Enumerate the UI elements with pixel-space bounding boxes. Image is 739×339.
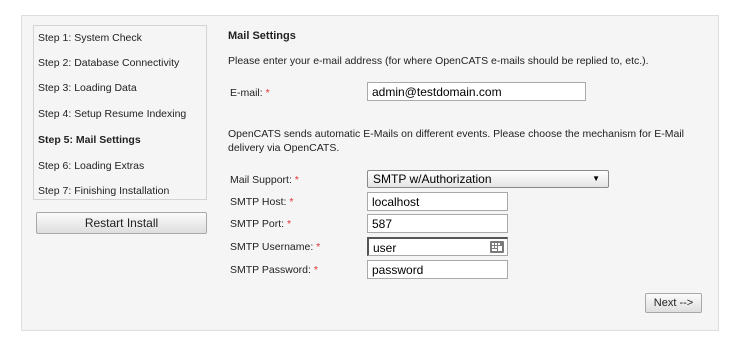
keyboard-icon[interactable] <box>490 241 504 253</box>
smtp-host-field[interactable]: localhost <box>367 192 508 211</box>
step-system-check: Step 1: System Check <box>38 32 142 44</box>
smtp-password-label: SMTP Password: * <box>230 264 318 276</box>
step-mail-settings: Step 5: Mail Settings <box>38 134 141 146</box>
steps-sidebar: Step 1: System Check Step 2: Database Co… <box>33 25 207 200</box>
smtp-host-label: SMTP Host: * <box>230 196 294 208</box>
email-field[interactable]: admin@testdomain.com <box>367 82 586 101</box>
step-loading-extras: Step 6: Loading Extras <box>38 160 145 172</box>
smtp-username-label: SMTP Username: * <box>230 241 321 253</box>
dropdown-arrow-icon: ▼ <box>592 174 600 183</box>
smtp-username-value: user <box>373 241 397 255</box>
required-marker: * <box>265 87 270 99</box>
smtp-password-field[interactable]: password <box>367 260 508 279</box>
step-loading-data: Step 3: Loading Data <box>38 82 137 94</box>
step-finishing-installation: Step 7: Finishing Installation <box>38 185 170 197</box>
mail-support-value: SMTP w/Authorization <box>373 172 492 186</box>
intro-text: Please enter your e-mail address (for wh… <box>228 55 649 67</box>
next-button[interactable]: Next --> <box>645 293 702 313</box>
smtp-username-field[interactable]: user <box>367 237 508 256</box>
restart-install-button[interactable]: Restart Install <box>36 212 207 234</box>
section-heading: Mail Settings <box>228 30 296 42</box>
smtp-port-label: SMTP Port: * <box>230 218 292 230</box>
email-label: E-mail: * <box>230 87 270 99</box>
smtp-port-field[interactable]: 587 <box>367 214 508 233</box>
step-database-connectivity: Step 2: Database Connectivity <box>38 57 180 69</box>
step-setup-resume-indexing: Step 4: Setup Resume Indexing <box>38 108 187 120</box>
mail-support-label: Mail Support: * <box>230 174 299 186</box>
mail-description-line1: OpenCATS sends automatic E-Mails on diff… <box>228 128 684 140</box>
mail-description-line2: delivery via OpenCATS. <box>228 142 340 154</box>
mail-support-select[interactable]: SMTP w/Authorization ▼ <box>367 170 609 188</box>
